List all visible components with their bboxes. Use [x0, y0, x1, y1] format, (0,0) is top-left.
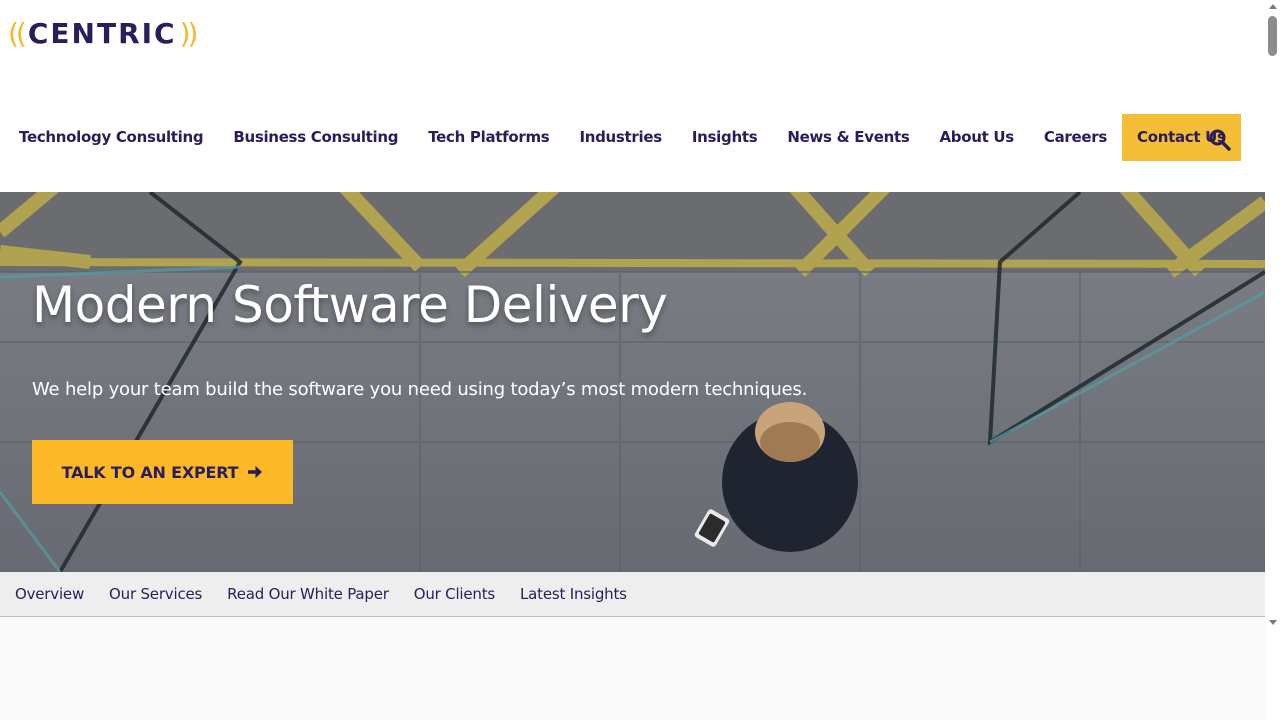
hero-banner: Modern Software Delivery We help your te…: [0, 192, 1265, 572]
talk-to-an-expert-button[interactable]: TALK TO AN EXPERT: [32, 440, 293, 504]
nav-item-tech-platforms[interactable]: Tech Platforms: [413, 114, 564, 161]
nav-item-technology-consulting[interactable]: Technology Consulting: [4, 114, 218, 161]
subnav-item-our-services[interactable]: Our Services: [109, 585, 202, 603]
search-icon[interactable]: [1208, 128, 1232, 152]
subnav-item-read-our-white-paper[interactable]: Read Our White Paper: [227, 585, 389, 603]
scroll-up-arrow-icon[interactable]: [1269, 4, 1277, 9]
site-header: (( CENTRIC )) Technology Consulting Busi…: [0, 0, 1265, 192]
cta-label: TALK TO AN EXPERT: [61, 462, 239, 482]
nav-item-news-events[interactable]: News & Events: [772, 114, 924, 161]
centric-logo[interactable]: (( CENTRIC )): [8, 16, 199, 52]
content-area: [0, 617, 1265, 720]
logo-wordmark: CENTRIC: [27, 17, 177, 50]
nav-item-careers[interactable]: Careers: [1029, 114, 1122, 161]
arrow-right-icon: [248, 466, 263, 478]
scroll-down-arrow-icon[interactable]: [1269, 620, 1277, 625]
nav-item-about-us[interactable]: About Us: [924, 114, 1028, 161]
nav-item-business-consulting[interactable]: Business Consulting: [218, 114, 413, 161]
scrollbar-thumb[interactable]: [1268, 16, 1277, 56]
subnav-item-overview[interactable]: Overview: [15, 585, 84, 603]
nav-item-industries[interactable]: Industries: [564, 114, 676, 161]
nav-item-insights[interactable]: Insights: [677, 114, 772, 161]
hero-title: Modern Software Delivery: [32, 276, 668, 334]
main-nav: Technology Consulting Business Consultin…: [4, 114, 1241, 161]
vertical-scrollbar[interactable]: [1265, 0, 1280, 720]
subnav-item-our-clients[interactable]: Our Clients: [414, 585, 495, 603]
page: (( CENTRIC )) Technology Consulting Busi…: [0, 0, 1265, 720]
logo-right-paren: )): [179, 17, 199, 50]
page-sub-nav: Overview Our Services Read Our White Pap…: [0, 572, 1265, 617]
hero-subtitle: We help your team build the software you…: [32, 379, 808, 400]
subnav-item-latest-insights[interactable]: Latest Insights: [520, 585, 627, 603]
logo-left-paren: ((: [8, 17, 27, 50]
